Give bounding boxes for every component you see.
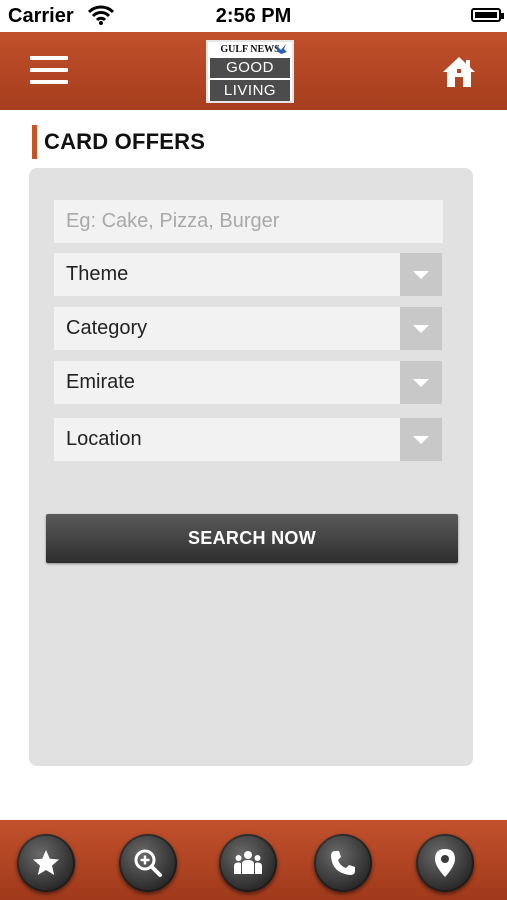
chevron-down-icon[interactable]	[400, 361, 442, 404]
battery-icon	[471, 8, 504, 22]
title-accent-bar	[32, 125, 37, 159]
phone-icon	[331, 851, 355, 875]
search-now-button[interactable]: SEARCH NOW	[46, 514, 458, 563]
zoom-in-icon	[134, 849, 162, 877]
theme-select-label: Theme	[66, 263, 129, 285]
chevron-down-icon[interactable]	[400, 307, 442, 350]
theme-select[interactable]: Theme	[54, 253, 442, 296]
logo-line-1: GOOD	[210, 58, 290, 78]
hamburger-menu-icon[interactable]	[30, 52, 70, 88]
tab-search[interactable]	[119, 834, 177, 892]
status-bar: Carrier 2:56 PM	[0, 0, 507, 32]
chevron-down-icon[interactable]	[400, 418, 442, 461]
eagle-icon	[276, 44, 287, 54]
tab-locate[interactable]	[416, 834, 474, 892]
home-icon[interactable]	[441, 54, 477, 90]
category-select-label: Category	[66, 317, 148, 339]
app-logo: GULF NEWS GOOD LIVING	[206, 40, 294, 103]
bottom-tab-bar	[0, 820, 507, 900]
location-pin-icon	[435, 849, 455, 877]
page-title-text: CARD OFFERS	[44, 129, 206, 154]
tab-community[interactable]	[219, 834, 277, 892]
tab-call[interactable]	[314, 834, 372, 892]
chevron-down-icon[interactable]	[400, 253, 442, 296]
search-input[interactable]	[54, 200, 443, 243]
star-icon	[33, 850, 59, 875]
status-time: 2:56 PM	[215, 5, 292, 27]
emirate-select[interactable]: Emirate	[54, 361, 442, 404]
logo-line-2: LIVING	[210, 80, 290, 101]
category-select[interactable]: Category	[54, 307, 442, 350]
location-select[interactable]: Location	[54, 418, 442, 461]
navigation-bar: GULF NEWS GOOD LIVING	[0, 32, 507, 110]
tab-favorites[interactable]	[17, 834, 75, 892]
people-icon	[234, 851, 262, 874]
location-select-label: Location	[66, 428, 142, 450]
emirate-select-label: Emirate	[66, 371, 135, 393]
